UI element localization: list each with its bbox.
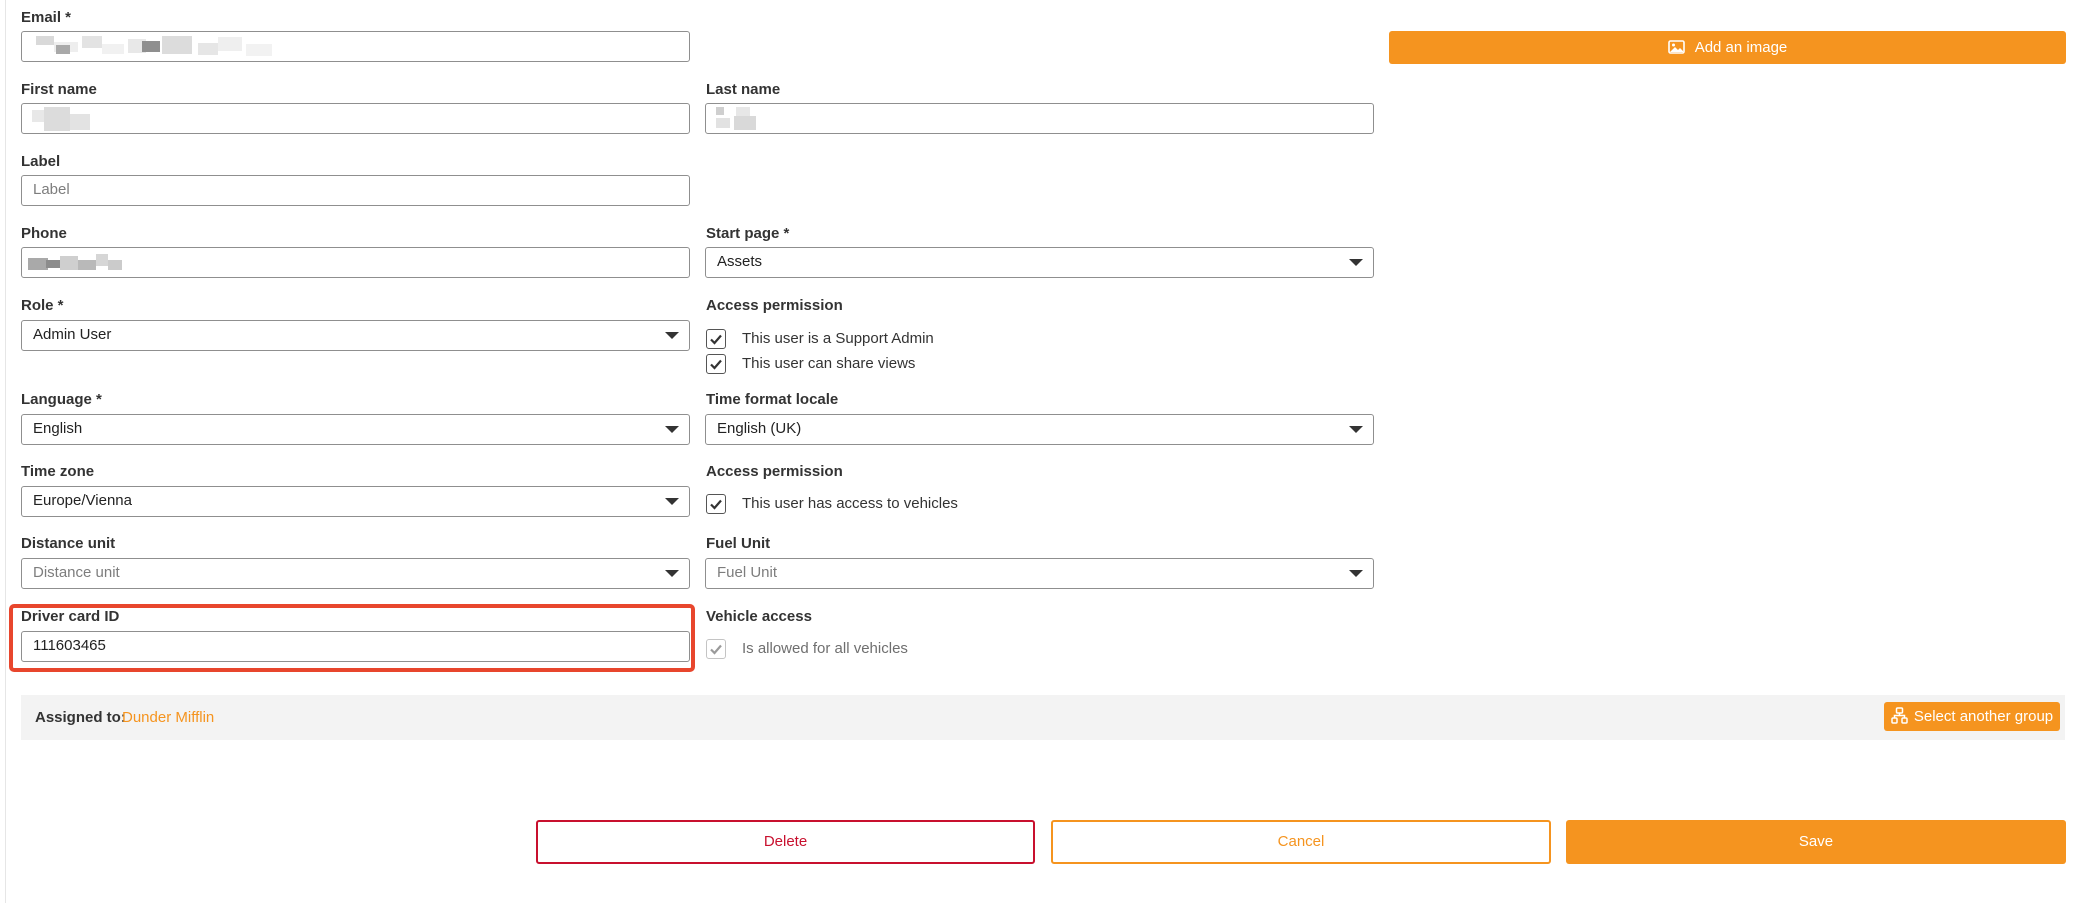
redacted-block <box>36 36 54 45</box>
language-label: Language * <box>21 391 102 408</box>
redacted-block <box>78 260 96 270</box>
redacted-block <box>218 37 242 51</box>
chevron-down-icon <box>665 570 679 577</box>
add-image-button[interactable]: Add an image <box>1389 31 2066 64</box>
driver-card-id-input[interactable]: 111603465 <box>21 631 690 662</box>
role-value: Admin User <box>33 326 112 343</box>
distance-unit-label: Distance unit <box>21 535 116 552</box>
driver-card-id-label: Driver card ID <box>21 608 120 625</box>
redacted-block <box>716 118 730 128</box>
time-zone-select[interactable]: Europe/Vienna <box>21 486 690 517</box>
left-border <box>5 0 6 903</box>
distance-unit-placeholder: Distance unit <box>33 564 120 581</box>
save-button[interactable]: Save <box>1566 820 2066 864</box>
time-format-locale-label: Time format locale <box>706 391 839 408</box>
time-zone-label: Time zone <box>21 463 95 480</box>
phone-input[interactable] <box>21 247 690 278</box>
cancel-button[interactable]: Cancel <box>1051 820 1551 864</box>
role-label: Role * <box>21 297 64 314</box>
chevron-down-icon <box>1349 570 1363 577</box>
time-format-locale-value: English (UK) <box>717 420 802 437</box>
label-input[interactable]: Label <box>21 175 690 206</box>
chevron-down-icon <box>1349 426 1363 433</box>
language-select[interactable]: English <box>21 414 690 445</box>
redacted-block <box>44 107 70 131</box>
time-format-locale-select[interactable]: English (UK) <box>705 414 1374 445</box>
redacted-block <box>162 36 192 54</box>
support-admin-text: This user is a Support Admin <box>742 330 934 347</box>
checkmark-icon <box>710 359 722 370</box>
time-zone-value: Europe/Vienna <box>33 492 132 509</box>
all-vehicles-checkbox[interactable] <box>706 639 726 659</box>
select-another-group-label: Select another group <box>1913 708 2054 725</box>
delete-button[interactable]: Delete <box>536 820 1035 864</box>
email-input[interactable] <box>21 31 690 62</box>
checkmark-icon <box>710 644 722 655</box>
redacted-block <box>198 43 218 55</box>
vehicle-access-label: Vehicle access <box>706 608 812 625</box>
start-page-select[interactable]: Assets <box>705 247 1374 278</box>
chevron-down-icon <box>1349 259 1363 266</box>
chevron-down-icon <box>665 332 679 339</box>
support-admin-checkbox[interactable] <box>706 329 726 349</box>
phone-label: Phone <box>21 225 67 242</box>
redacted-block <box>734 116 756 130</box>
first-name-input[interactable] <box>21 103 690 134</box>
all-vehicles-text: Is allowed for all vehicles <box>742 640 908 657</box>
vehicle-access-text: This user has access to vehicles <box>742 495 958 512</box>
start-page-value: Assets <box>717 253 763 270</box>
image-icon <box>1667 40 1685 54</box>
access-permission-label: Access permission <box>706 297 843 314</box>
redacted-block <box>56 45 70 54</box>
vehicle-access-checkbox[interactable] <box>706 494 726 514</box>
redacted-block <box>246 44 272 56</box>
first-name-label: First name <box>21 81 97 98</box>
redacted-block <box>716 107 724 115</box>
redacted-block <box>82 36 102 48</box>
language-value: English <box>33 420 83 437</box>
role-select[interactable]: Admin User <box>21 320 690 351</box>
assignment-bar: Assigned to: Dunder Mifflin Select anoth… <box>21 695 2065 740</box>
assigned-to-label: Assigned to: <box>35 709 126 726</box>
chevron-down-icon <box>665 498 679 505</box>
redacted-block <box>46 260 60 268</box>
checkmark-icon <box>710 334 722 345</box>
fuel-unit-select[interactable]: Fuel Unit <box>705 558 1374 589</box>
redacted-block <box>70 114 90 130</box>
select-another-group-button[interactable]: Select another group <box>1884 702 2060 731</box>
access-permission-vehicles-label: Access permission <box>706 463 843 480</box>
start-page-label: Start page * <box>706 225 790 242</box>
redacted-block <box>96 254 108 266</box>
fuel-unit-placeholder: Fuel Unit <box>717 564 778 581</box>
fuel-unit-label: Fuel Unit <box>706 535 771 552</box>
last-name-label: Last name <box>706 81 781 98</box>
redacted-block <box>142 41 160 52</box>
distance-unit-select[interactable]: Distance unit <box>21 558 690 589</box>
last-name-input[interactable] <box>705 103 1374 134</box>
assigned-group-link[interactable]: Dunder Mifflin <box>122 709 214 726</box>
share-views-text: This user can share views <box>742 355 916 372</box>
group-hierarchy-icon <box>1891 707 1908 724</box>
label-field-label: Label <box>21 153 61 170</box>
redacted-block <box>108 260 122 270</box>
email-label: Email * <box>21 9 72 26</box>
checkmark-icon <box>710 499 722 510</box>
redacted-block <box>28 258 48 270</box>
redacted-block <box>102 44 124 54</box>
redacted-block <box>60 256 78 270</box>
share-views-checkbox[interactable] <box>706 354 726 374</box>
chevron-down-icon <box>665 426 679 433</box>
add-image-label: Add an image <box>1694 39 1788 56</box>
